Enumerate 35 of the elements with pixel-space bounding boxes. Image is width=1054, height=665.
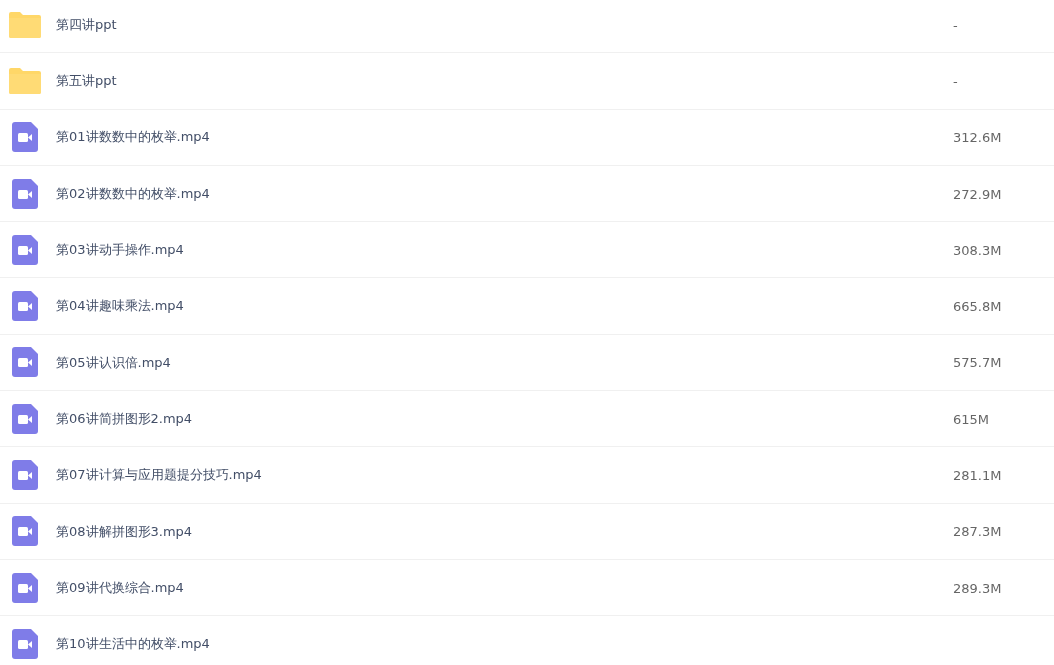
file-name[interactable]: 第07讲计算与应用题提分技巧.mp4 (56, 465, 953, 485)
video-file-icon (12, 516, 38, 547)
file-name[interactable]: 第02讲数数中的枚举.mp4 (56, 183, 953, 204)
video-file-icon (12, 628, 38, 659)
video-file-icon (12, 291, 38, 322)
folder-icon (9, 11, 41, 38)
file-name[interactable]: 第09讲代换综合.mp4 (56, 577, 953, 598)
video-file-icon (12, 234, 38, 265)
file-name[interactable]: 第10讲生活中的枚举.mp4 (56, 634, 953, 654)
file-size: 281.1M (953, 468, 1002, 483)
file-name[interactable]: 第08讲解拼图形3.mp4 (56, 521, 953, 542)
file-name[interactable]: 第06讲简拼图形2.mp4 (56, 408, 953, 429)
file-size: - (953, 17, 958, 33)
file-name[interactable]: 第01讲数数中的枚举.mp4 (56, 127, 953, 147)
file-size: 615M (953, 411, 990, 427)
file-size: 287.3M (953, 524, 1002, 540)
folder-icon (9, 67, 41, 94)
file-name[interactable]: 第四讲ppt (56, 14, 953, 35)
file-size: 312.6M (953, 130, 1002, 146)
file-size: 575.7M (953, 355, 1002, 371)
video-file-icon (12, 572, 38, 603)
file-size: 272.9M (953, 186, 1002, 202)
file-name[interactable]: 第五讲ppt (56, 71, 953, 91)
file-name[interactable]: 第03讲动手操作.mp4 (56, 240, 953, 260)
file-size: - (953, 73, 958, 89)
video-file-icon (12, 178, 38, 209)
file-size: 289.3M (953, 580, 1002, 596)
file-name[interactable]: 第05讲认识倍.mp4 (56, 352, 953, 373)
video-file-icon (12, 347, 38, 378)
video-file-icon (12, 403, 38, 434)
file-size: 665.8M (953, 299, 1002, 315)
video-file-icon (12, 460, 38, 490)
file-size: 308.3M (953, 242, 1002, 258)
video-file-icon (12, 122, 38, 153)
file-name[interactable]: 第04讲趣味乘法.mp4 (56, 296, 953, 316)
